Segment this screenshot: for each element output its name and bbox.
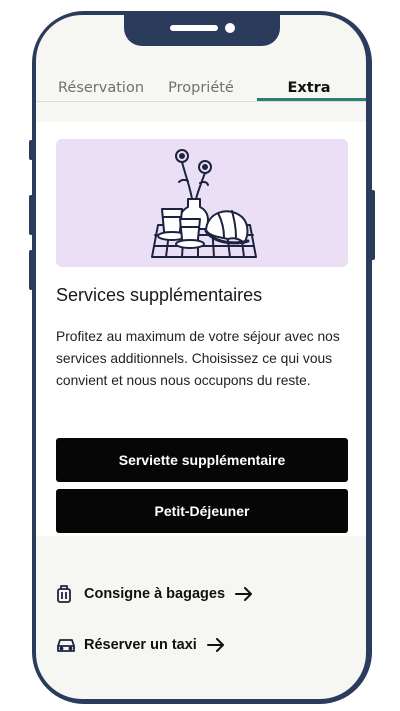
front-camera (225, 23, 235, 33)
breakfast-button[interactable]: Petit-Déjeuner (56, 489, 348, 533)
extra-services-card: Services supplémentaires Profitez au max… (36, 122, 366, 536)
tab-reservation[interactable]: Réservation (46, 78, 156, 98)
app-screen: Réservation Propriété Extra Services sup… (36, 15, 366, 699)
book-taxi-link[interactable]: Réserver un taxi (56, 633, 225, 657)
tab-propriete[interactable]: Propriété (156, 78, 246, 98)
breakfast-illustration-icon (151, 149, 257, 258)
car-icon (56, 634, 78, 656)
luggage-storage-label: Consigne à bagages (84, 586, 226, 602)
book-taxi-label: Réserver un taxi (84, 637, 197, 653)
arrow-right-icon (206, 638, 225, 652)
tab-extra[interactable]: Extra (274, 78, 344, 98)
phone-notch (124, 15, 280, 46)
section-description: Profitez au maximum de votre séjour avec… (56, 329, 340, 388)
luggage-storage-link[interactable]: Consigne à bagages (56, 582, 253, 606)
hero-illustration (56, 139, 348, 267)
active-tab-indicator (257, 98, 366, 101)
speaker-grille (170, 25, 218, 31)
tab-bar: Réservation Propriété Extra (36, 61, 366, 102)
arrow-right-icon (235, 587, 253, 601)
luggage-icon (56, 583, 78, 605)
extra-towel-button[interactable]: Serviette supplémentaire (56, 438, 348, 482)
section-title: Services supplémentaires (56, 285, 263, 305)
